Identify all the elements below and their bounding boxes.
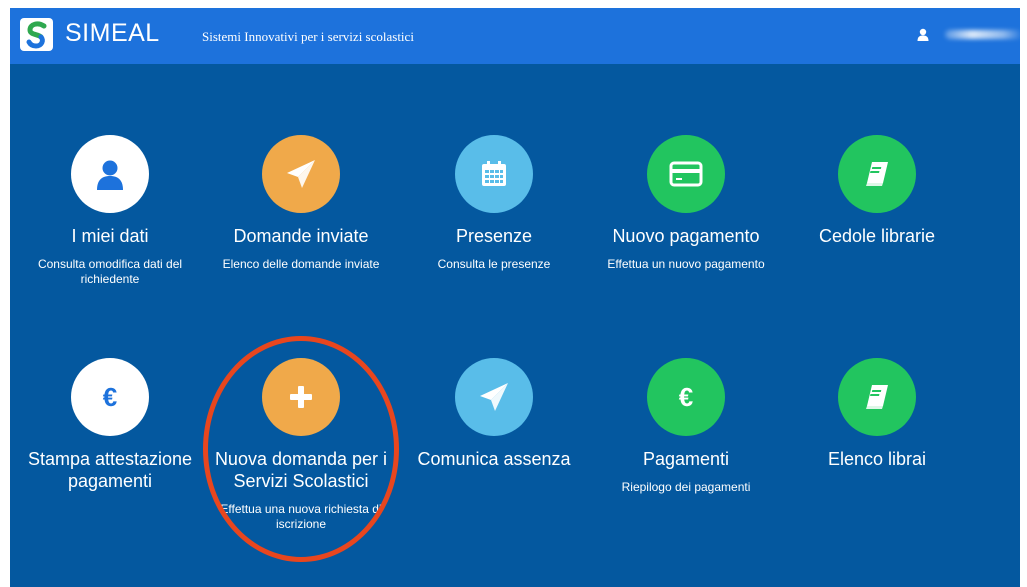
tile-description: Consulta omodifica dati del richiedente — [37, 257, 183, 286]
brand-tagline: Sistemi Innovativi per i servizi scolast… — [202, 29, 414, 44]
app-frame: SIMEAL Sistemi Innovativi per i servizi … — [10, 8, 1020, 587]
tile-description: Elenco delle domande inviate — [222, 257, 380, 271]
user-icon — [97, 160, 123, 190]
tile-title: Stampa attestazione pagamenti — [27, 449, 193, 491]
tile-title: Elenco librai — [827, 449, 927, 469]
tile-description: Riepilogo dei pagamenti — [621, 480, 751, 494]
tile-description: Consulta le presenze — [437, 257, 551, 271]
tile-pagamenti[interactable]: € Pagamenti Riepilogo dei pagamenti — [596, 358, 776, 495]
tile-title: Domande inviate — [233, 226, 369, 246]
user-icon[interactable] — [917, 28, 929, 41]
svg-text:€: € — [103, 382, 117, 412]
tile-description: Effettua un nuovo pagamento — [607, 257, 765, 271]
tile-comunica-assenza[interactable]: Comunica assenza — [404, 358, 584, 480]
tile-stampa-attestazione-pagamenti[interactable]: € Stampa attestazione pagamenti — [20, 358, 200, 502]
tile-elenco-librai[interactable]: Elenco librai — [787, 358, 967, 480]
svg-text:€: € — [679, 382, 693, 412]
tile-icon-circle[interactable] — [262, 358, 340, 436]
tile-nuova-domanda[interactable]: Nuova domanda per i Servizi Scolastici E… — [211, 358, 391, 532]
tile-title: I miei dati — [71, 226, 149, 246]
tile-title: Cedole librarie — [818, 226, 936, 246]
book-icon — [866, 162, 888, 186]
tile-icon-circle[interactable]: € — [71, 358, 149, 436]
euro-icon: € — [679, 382, 693, 412]
tile-i-miei-dati[interactable]: I miei dati Consulta omodifica dati del … — [20, 135, 200, 287]
tile-title: Presenze — [455, 226, 533, 246]
tile-icon-circle[interactable] — [262, 135, 340, 213]
euro-icon: € — [103, 382, 117, 412]
paper-plane-icon — [287, 160, 315, 188]
top-navbar: SIMEAL Sistemi Innovativi per i servizi … — [10, 8, 1020, 64]
tile-icon-circle[interactable] — [838, 358, 916, 436]
tile-presenze[interactable]: Presenze Consulta le presenze — [404, 135, 584, 272]
tile-icon-circle[interactable] — [647, 135, 725, 213]
tile-icon-circle[interactable] — [455, 135, 533, 213]
tile-title: Pagamenti — [642, 449, 730, 469]
tile-description: Effettua una nuova richiesta di iscrizio… — [220, 502, 382, 531]
tile-title: Nuovo pagamento — [612, 226, 760, 246]
tile-icon-circle[interactable] — [838, 135, 916, 213]
tile-domande-inviate[interactable]: Domande inviate Elenco delle domande inv… — [211, 135, 391, 272]
tile-nuovo-pagamento[interactable]: Nuovo pagamento Effettua un nuovo pagame… — [596, 135, 776, 272]
tile-icon-circle[interactable]: € — [647, 358, 725, 436]
brand-name[interactable]: SIMEAL — [65, 19, 160, 48]
tile-cedole-librarie[interactable]: Cedole librarie — [787, 135, 967, 257]
calendar-icon — [482, 161, 506, 186]
tile-title: Nuova domanda per i Servizi Scolastici — [214, 449, 388, 491]
plus-icon — [290, 386, 312, 408]
book-icon — [866, 385, 888, 409]
simeal-logo-icon[interactable] — [20, 18, 53, 51]
tile-icon-circle[interactable] — [71, 135, 149, 213]
credit-card-icon — [669, 161, 703, 187]
paper-plane-icon — [480, 383, 508, 411]
tile-icon-circle[interactable] — [455, 358, 533, 436]
tile-title: Comunica assenza — [417, 449, 571, 469]
user-name-redacted[interactable] — [945, 30, 1020, 39]
